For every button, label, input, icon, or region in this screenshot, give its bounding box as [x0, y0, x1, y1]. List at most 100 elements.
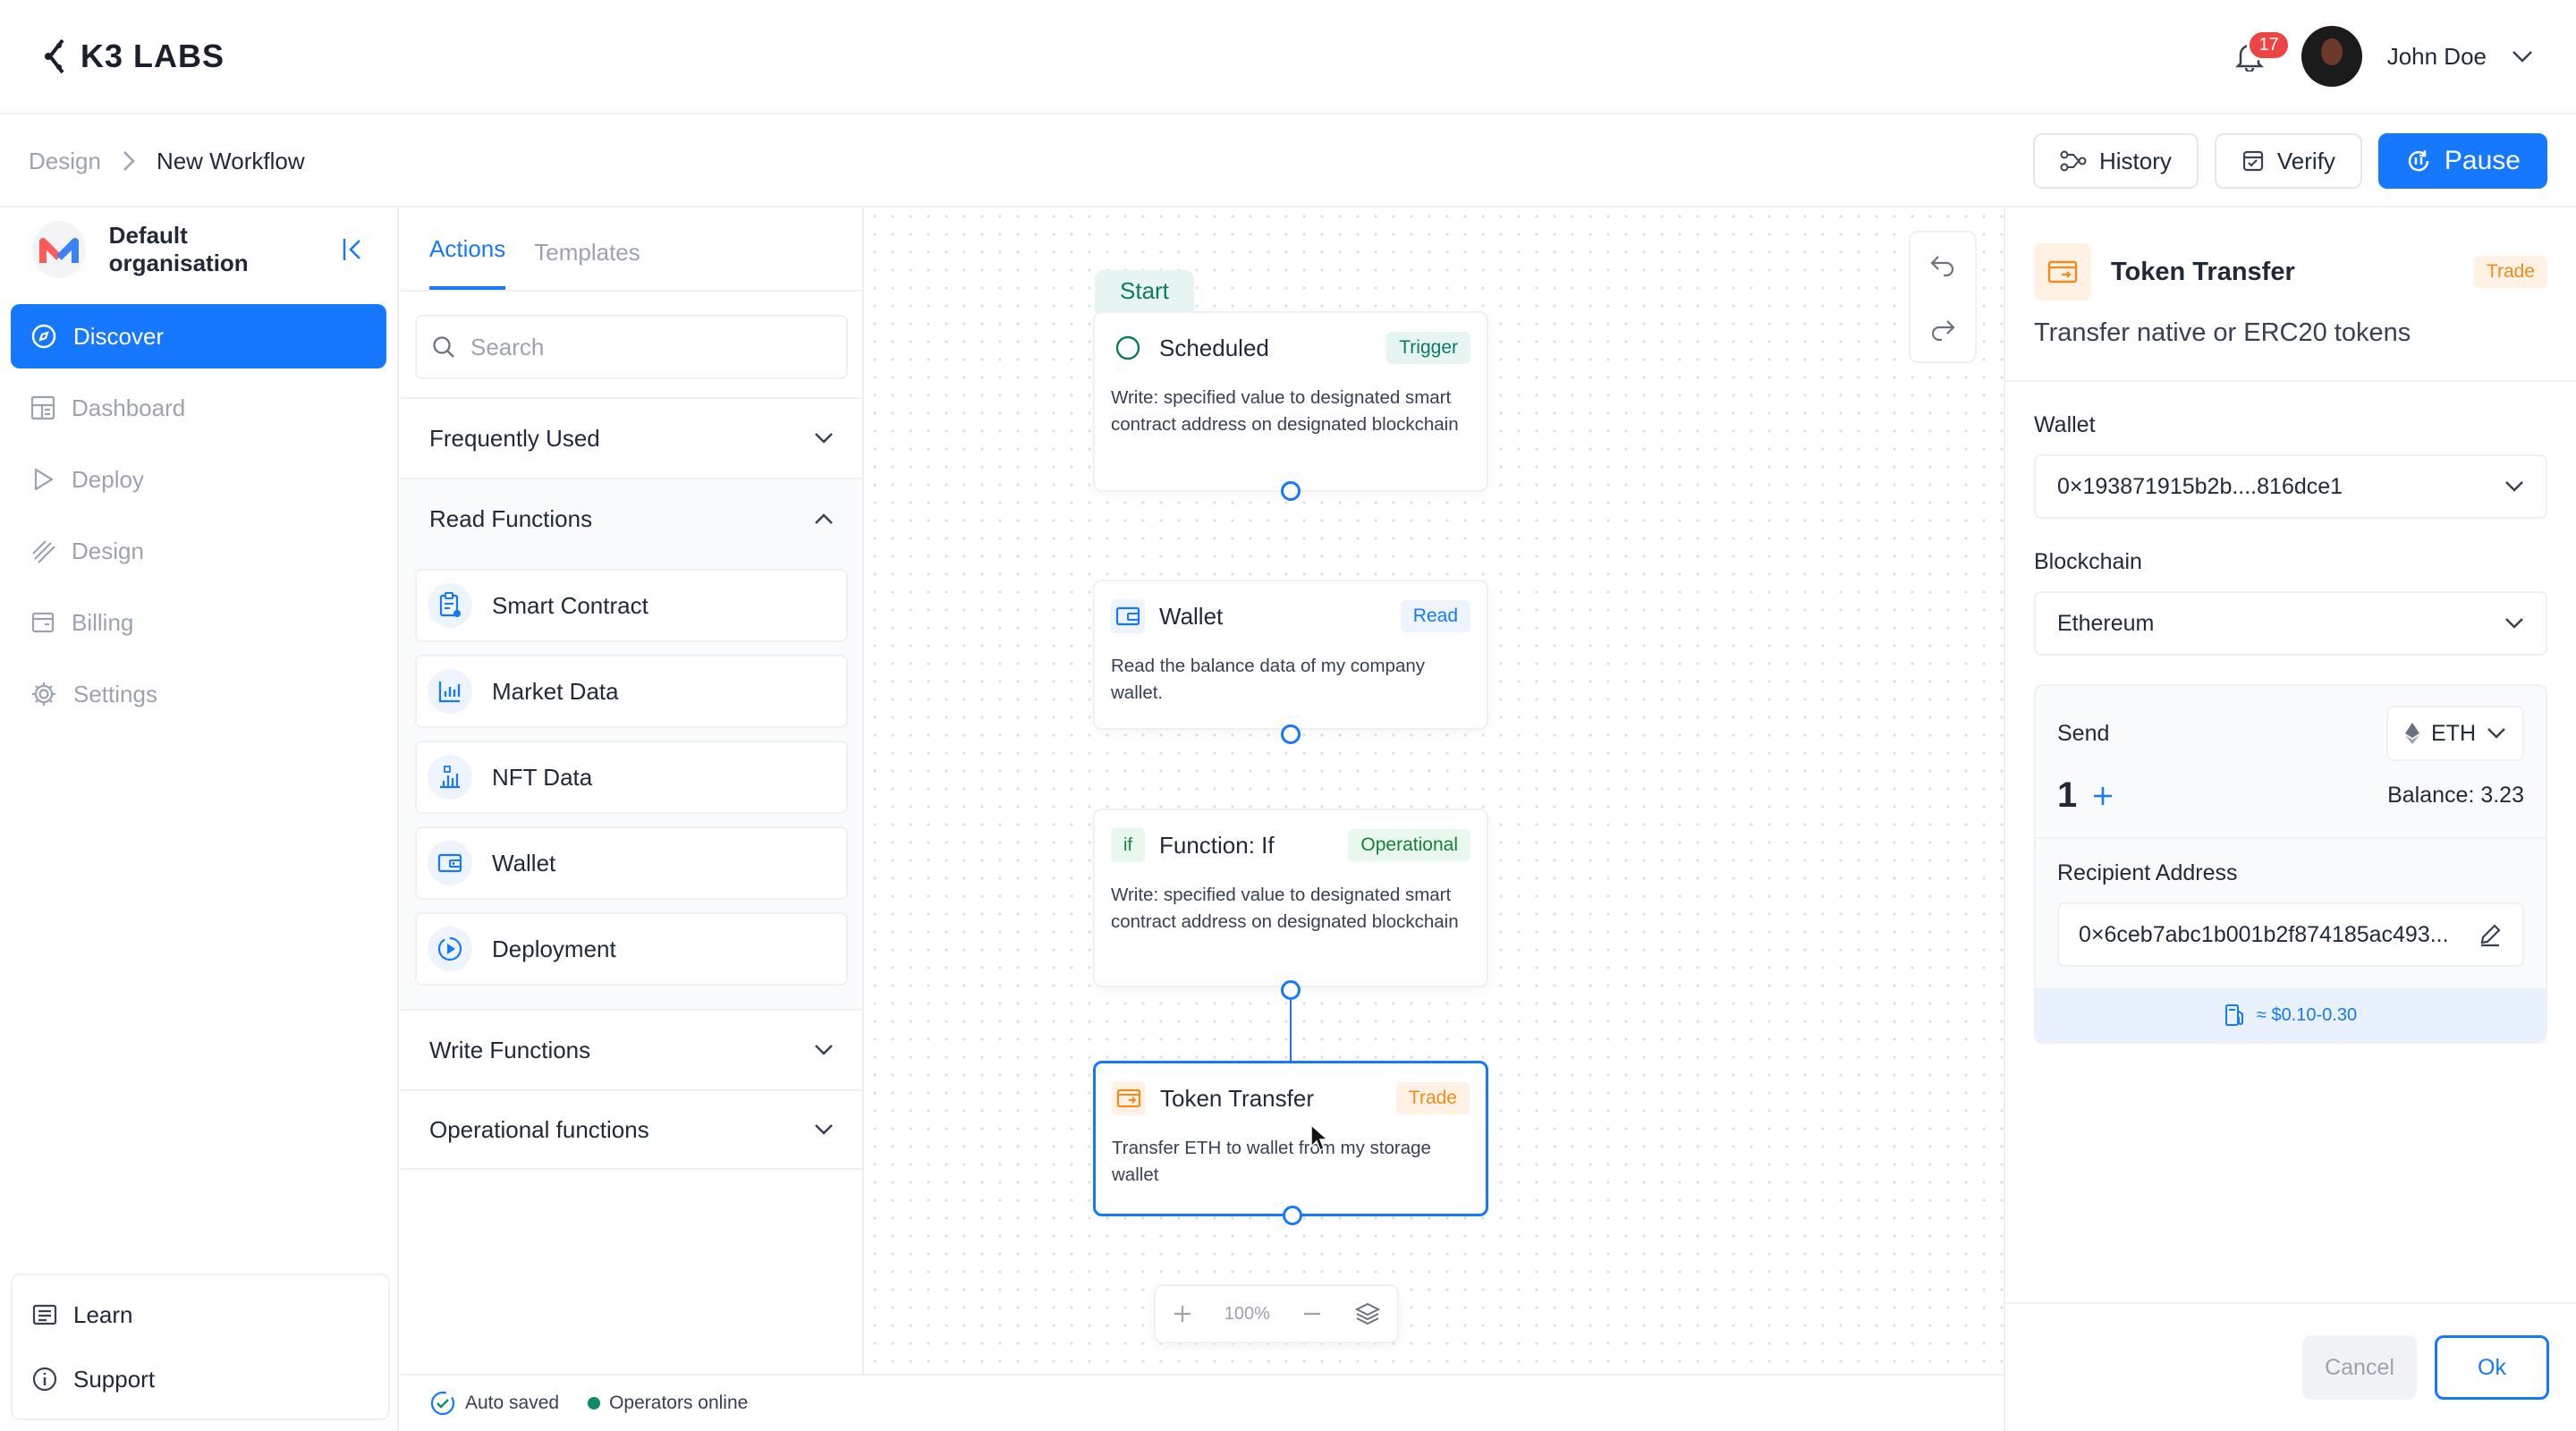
wallet-label: Wallet — [2034, 412, 2096, 437]
section-write-functions[interactable]: Write Functions — [401, 1009, 862, 1089]
clock-icon — [1111, 331, 1145, 365]
workflow-node-function-if[interactable]: if Function: If Operational Write: speci… — [1093, 809, 1488, 987]
logo[interactable]: K3 LABS — [43, 37, 225, 76]
amount-input[interactable]: 1 — [2057, 775, 2077, 816]
node-output-port[interactable] — [1283, 1206, 1302, 1225]
list-item-smart-contract[interactable]: Smart Contract — [415, 569, 848, 642]
sidebar-bottom-nav: Learn Support — [11, 1274, 390, 1420]
sidebar-item-dashboard[interactable]: Dashboard — [11, 376, 386, 440]
node-header: Token Transfer Trade — [1096, 1063, 1486, 1133]
redo-icon[interactable] — [1929, 318, 1956, 341]
list-item-label: Smart Contract — [492, 591, 648, 619]
recipient-value: 0×6ceb7abc1b001b2f874185ac493... — [2079, 921, 2449, 947]
workflow-node-wallet[interactable]: Wallet Read Read the balance data of my … — [1093, 580, 1488, 730]
list-item-deployment[interactable]: Deployment — [415, 912, 848, 986]
node-output-port[interactable] — [1281, 980, 1301, 1000]
section-label: Operational functions — [429, 1115, 649, 1143]
sidebar-item-settings[interactable]: Settings — [11, 662, 386, 726]
sidebar-item-deploy[interactable]: Deploy — [11, 447, 386, 512]
panel-tabs: Actions Templates — [401, 207, 862, 292]
search-input[interactable]: Search — [415, 315, 848, 379]
verify-icon — [2242, 150, 2263, 172]
tab-actions[interactable]: Actions — [429, 235, 506, 290]
zoom-controls: 100% — [1154, 1284, 1399, 1343]
sidebar-item-design[interactable]: Design — [11, 519, 386, 583]
org-avatar — [32, 221, 86, 278]
collapse-sidebar-button[interactable] — [342, 237, 365, 262]
blockchain-value: Ethereum — [2057, 610, 2155, 636]
ethereum-icon — [2405, 723, 2419, 744]
app-root: K3 LABS 17 John Doe Design New Workflow … — [0, 0, 2576, 1431]
section-frequently-used[interactable]: Frequently Used — [401, 397, 862, 478]
user-name[interactable]: John Doe — [2387, 43, 2487, 71]
verify-button[interactable]: Verify — [2214, 133, 2362, 189]
history-button[interactable]: History — [2032, 133, 2199, 189]
billing-icon — [31, 612, 55, 633]
ok-button[interactable]: Ok — [2435, 1335, 2549, 1400]
workflow-node-token-transfer[interactable]: Token Transfer Trade Transfer ETH to wal… — [1093, 1061, 1488, 1216]
chevron-down-icon — [815, 1045, 833, 1055]
blockchain-select[interactable]: Ethereum — [2034, 591, 2547, 656]
node-title: Wallet — [1159, 602, 1224, 630]
node-title: Token Transfer — [1160, 1084, 1314, 1112]
gear-icon — [32, 682, 55, 706]
workflow-canvas[interactable]: Start Scheduled Trigger Write: specified… — [866, 207, 2004, 1374]
edit-icon[interactable] — [2478, 922, 2503, 947]
notifications-button[interactable]: 17 — [2223, 30, 2291, 83]
node-title: Function: If — [1159, 831, 1275, 859]
chevron-down-icon[interactable] — [2512, 50, 2533, 63]
send-box: Send ETH 1 Balance: 3.23 Recipient Addre… — [2034, 684, 2547, 1044]
node-tag: Operational — [1348, 829, 1470, 861]
node-output-port[interactable] — [1281, 481, 1301, 501]
read-functions-list: Smart Contract Market Data NFT Data Wall… — [401, 558, 862, 1009]
wallet-select[interactable]: 0×193871915b2b....816dce1 — [2034, 454, 2547, 519]
coin-value: ETH — [2431, 720, 2476, 746]
coin-select[interactable]: ETH — [2386, 706, 2524, 761]
tab-templates[interactable]: Templates — [534, 239, 640, 290]
node-tag: Trigger — [1386, 332, 1470, 364]
details-tag: Trade — [2473, 256, 2547, 288]
sidebar-item-label: Billing — [72, 608, 134, 636]
chevron-right-icon — [123, 151, 135, 171]
sidebar-nav: Discover Dashboard Deploy Design Billing… — [0, 304, 397, 726]
mouse-cursor-icon — [1310, 1123, 1329, 1152]
section-operational-functions[interactable]: Operational functions — [401, 1089, 862, 1170]
section-read-functions[interactable]: Read Functions — [401, 478, 862, 558]
sidebar-item-label: Settings — [73, 680, 157, 707]
recipient-address-field[interactable]: 0×6ceb7abc1b001b2f874185ac493... — [2057, 902, 2524, 967]
balance: Balance: 3.23 — [2387, 783, 2524, 808]
list-item-market-data[interactable]: Market Data — [415, 655, 848, 728]
book-icon — [32, 1304, 57, 1325]
gas-fee-estimate: ≈ $0.10-0.30 — [2036, 988, 2546, 1042]
blockchain-label: Blockchain — [2034, 549, 2142, 574]
sidebar-item-learn[interactable]: Learn — [13, 1283, 388, 1347]
layers-icon[interactable] — [1354, 1301, 1381, 1326]
workflow-node-scheduled[interactable]: Scheduled Trigger Write: specified value… — [1093, 311, 1488, 492]
chevron-down-icon — [2505, 618, 2523, 629]
list-item-nft-data[interactable]: NFT Data — [415, 741, 848, 814]
zoom-in-icon[interactable] — [1172, 1303, 1193, 1325]
cancel-button[interactable]: Cancel — [2302, 1335, 2417, 1400]
breadcrumb-parent[interactable]: Design — [29, 148, 101, 175]
node-output-port[interactable] — [1281, 724, 1301, 744]
if-icon: if — [1111, 828, 1145, 862]
operators-status: Operators online — [588, 1393, 748, 1414]
pause-button[interactable]: Pause — [2377, 133, 2547, 189]
wallet-value: 0×193871915b2b....816dce1 — [2057, 473, 2343, 499]
logo-text: K3 LABS — [80, 38, 225, 74]
list-item-wallet[interactable]: Wallet — [415, 826, 848, 900]
sidebar-item-label: Deploy — [72, 465, 144, 493]
zoom-out-icon[interactable] — [1301, 1303, 1323, 1325]
org-switcher[interactable]: Default organisation — [0, 207, 397, 292]
node-description: Write: specified value to designated sma… — [1111, 885, 1459, 932]
search-placeholder: Search — [470, 333, 545, 360]
avatar[interactable] — [2301, 26, 2362, 87]
dashboard-icon — [30, 395, 55, 420]
plus-icon[interactable] — [2091, 784, 2114, 808]
sidebar-item-billing[interactable]: Billing — [11, 590, 386, 655]
undo-icon[interactable] — [1929, 253, 1956, 276]
sidebar-item-discover[interactable]: Discover — [11, 304, 386, 368]
status-bar: Auto saved Operators online — [401, 1374, 2004, 1431]
sidebar-item-label: Design — [72, 537, 144, 564]
sidebar-item-support[interactable]: Support — [13, 1347, 388, 1411]
